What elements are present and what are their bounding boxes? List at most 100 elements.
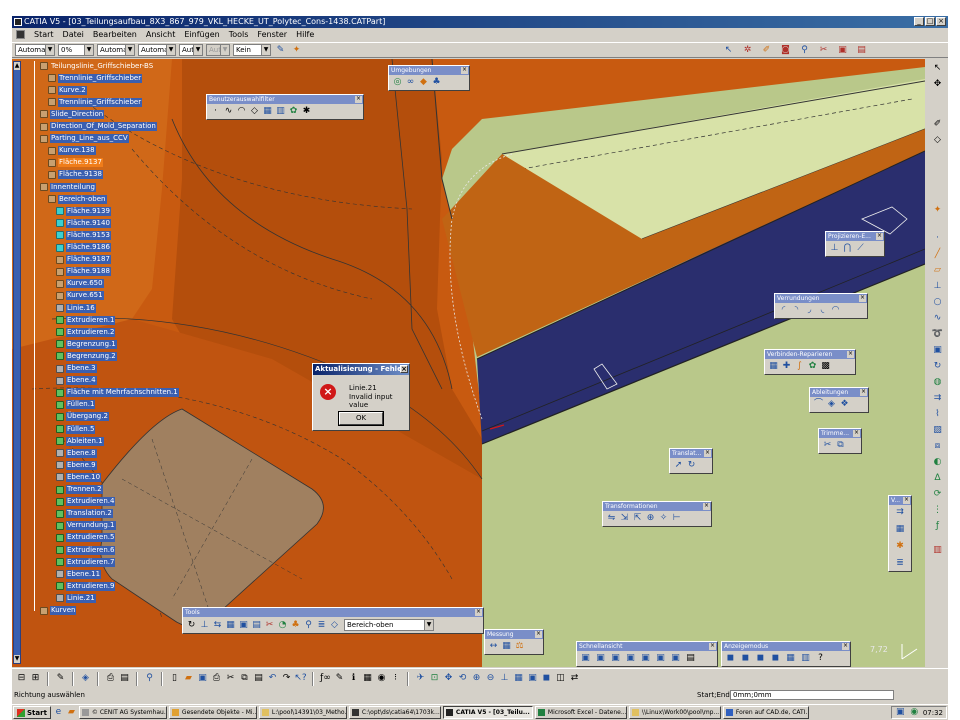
work-filter-icon[interactable]: ✿ xyxy=(288,106,299,117)
tree-node[interactable]: Ebene.9 xyxy=(56,460,97,470)
close-icon[interactable]: × xyxy=(709,643,716,650)
menu-start[interactable]: Start xyxy=(34,30,54,39)
menu-ansicht[interactable]: Ansicht xyxy=(146,30,176,39)
untrim-icon[interactable]: ✿ xyxy=(807,361,818,372)
in-work-object-combo[interactable]: Bereich-oben ▼ xyxy=(344,619,434,631)
tree-node[interactable]: Direction_Of_Mold_Separation xyxy=(40,122,157,132)
close-icon[interactable]: × xyxy=(853,430,860,437)
close-icon[interactable]: × xyxy=(847,351,854,358)
multiple-extract-icon[interactable]: ❖ xyxy=(839,399,850,410)
select-icon[interactable]: ↖ xyxy=(932,63,943,74)
point-icon[interactable]: · xyxy=(932,233,943,244)
tree-node[interactable]: Kurve.651 xyxy=(56,291,104,301)
close-icon[interactable]: × xyxy=(400,365,408,373)
tree-node[interactable]: Extrudieren.4 xyxy=(56,497,116,507)
tree-node[interactable]: Innenteilung xyxy=(40,182,96,192)
toolbar-title[interactable]: Projizieren-E... × xyxy=(826,232,884,241)
taskbar-button[interactable]: © CENIT AG Systemhau... xyxy=(78,706,167,719)
fit-all-icon[interactable]: ⊡ xyxy=(429,673,440,684)
analysis-icon[interactable]: ◉ xyxy=(376,673,387,684)
tree-node[interactable]: Slide_Direction xyxy=(40,109,105,119)
sketch-icon[interactable]: ✐ xyxy=(760,44,773,56)
toolbar-title[interactable]: Messung × xyxy=(485,630,543,639)
cut-icon[interactable]: ✂ xyxy=(264,620,275,631)
sketch-icon[interactable]: ✐ xyxy=(932,119,943,130)
pan-icon[interactable]: ✥ xyxy=(443,673,454,684)
taskbar-button[interactable]: \\Linux\Work00\pool\mp... xyxy=(628,706,721,719)
close-icon[interactable]: × xyxy=(475,609,482,616)
point-symbol-combo[interactable]: Aut ▼ xyxy=(179,44,203,56)
projection-tool-icon[interactable]: ⊥ xyxy=(932,281,943,292)
whats-this-icon[interactable]: ↖? xyxy=(294,673,306,684)
page-setup-icon[interactable]: ▤ xyxy=(119,673,130,684)
view-back-icon[interactable]: ▣ xyxy=(595,653,606,664)
link-icon[interactable]: ∞ xyxy=(405,77,416,88)
measure-item-icon[interactable]: ▦ xyxy=(501,641,512,652)
tree-node[interactable]: Extrudieren.1 xyxy=(56,315,116,325)
tree-node[interactable]: Verrundung.1 xyxy=(56,521,116,531)
tree-node[interactable]: Füllen.5 xyxy=(56,424,96,434)
quicklaunch-folder-icon[interactable]: ▰ xyxy=(66,707,77,718)
spline-icon[interactable]: ∿ xyxy=(932,313,943,324)
menu-fenster[interactable]: Fenster xyxy=(257,30,287,39)
tree-node[interactable]: Translation.2 xyxy=(56,509,113,519)
healing-icon[interactable]: ✚ xyxy=(781,361,792,372)
quicklaunch-ie-icon[interactable]: e xyxy=(53,707,64,718)
tree-node[interactable]: Ableiten.1 xyxy=(56,436,104,446)
body-icon[interactable]: ▣ xyxy=(238,620,249,631)
rotate-icon[interactable]: ↻ xyxy=(686,460,697,471)
toolbar-title[interactable]: V... × xyxy=(889,496,911,505)
swap-space-icon[interactable]: ⇄ xyxy=(569,673,580,684)
point-filter-icon[interactable]: · xyxy=(210,106,221,117)
multi-view-icon[interactable]: ▦ xyxy=(513,673,524,684)
update-icon[interactable]: ↻ xyxy=(186,620,197,631)
tree-node[interactable]: Begrenzung.1 xyxy=(56,339,117,349)
title-bar[interactable]: CATIA V5 - [03_Teilungsaufbau_8X3_867_97… xyxy=(12,16,948,28)
chevron-down-icon[interactable]: ▼ xyxy=(193,45,202,55)
tree-node[interactable]: Ebene.8 xyxy=(56,448,97,458)
tree-node[interactable]: Übergang.2 xyxy=(56,412,109,422)
settings-icon[interactable]: ⁝ xyxy=(390,673,401,684)
measure-between-icon[interactable]: ↔ xyxy=(488,641,499,652)
tree-node[interactable]: Extrudieren.7 xyxy=(56,557,116,567)
taskbar-button[interactable]: Gesendete Objekte - Mi... xyxy=(168,706,257,719)
close-icon[interactable]: × xyxy=(903,497,910,504)
datum-icon[interactable]: ◔ xyxy=(277,620,288,631)
chevron-down-icon[interactable]: ▼ xyxy=(261,45,270,55)
sketch-filter-icon[interactable]: ▥ xyxy=(275,106,286,117)
sphere-icon[interactable]: ◍ xyxy=(932,377,943,388)
tree-node[interactable]: Fläche mit Mehrfachschnitten.1 xyxy=(56,388,179,398)
properties-icon[interactable]: ✦ xyxy=(290,44,303,56)
circle-icon[interactable]: ○ xyxy=(932,297,943,308)
shading-icon[interactable]: ◼ xyxy=(725,653,736,664)
tree-node[interactable]: Kurve.650 xyxy=(56,279,104,289)
minimize-button[interactable]: _ xyxy=(914,17,924,26)
wildcard-icon[interactable]: ✱ xyxy=(301,106,312,117)
invert-icon[interactable]: ⊢ xyxy=(671,513,682,524)
tree-icon[interactable]: ♣ xyxy=(431,77,442,88)
chevron-down-icon[interactable]: ▼ xyxy=(125,45,134,55)
maximize-button[interactable]: □ xyxy=(925,17,935,26)
tritangent-fillet-icon[interactable]: ◠ xyxy=(830,305,841,316)
toolbar-title[interactable]: Umgebungen × xyxy=(389,66,469,75)
layer-combo[interactable]: Kein ▼ xyxy=(233,44,271,56)
tree-node[interactable]: Fläche.9140 xyxy=(56,218,111,228)
comment-icon[interactable]: ✎ xyxy=(334,673,345,684)
feature-filter-icon[interactable]: ▦ xyxy=(262,106,273,117)
custom-view-icon[interactable]: ▥ xyxy=(800,653,811,664)
ok-button[interactable]: OK xyxy=(338,411,384,426)
iso-view-icon[interactable]: ▣ xyxy=(527,673,538,684)
gear-icon[interactable]: ✲ xyxy=(741,44,754,56)
rotate-view-icon[interactable]: ⟲ xyxy=(457,673,468,684)
taskbar-button[interactable]: Foren auf CAD.de, CATI... xyxy=(722,706,809,719)
parameter-icon[interactable]: ℹ xyxy=(348,673,359,684)
toolbar-title[interactable]: Transformationen × xyxy=(603,502,711,511)
specification-tree[interactable]: Teilungslinie_Griffschieber-BS Trennlinie… xyxy=(20,61,180,661)
taskbar-button[interactable]: C:\opt\ds\catia64\1703k... xyxy=(348,706,441,719)
shading-material-icon[interactable]: ◼ xyxy=(770,653,781,664)
zoom-window-icon[interactable]: ⚲ xyxy=(144,673,155,684)
knowledge-icon[interactable]: ƒ xyxy=(932,521,943,532)
curve-smooth-icon[interactable]: ∫ xyxy=(794,361,805,372)
document-icon[interactable] xyxy=(16,30,25,39)
close-icon[interactable]: × xyxy=(876,233,883,240)
